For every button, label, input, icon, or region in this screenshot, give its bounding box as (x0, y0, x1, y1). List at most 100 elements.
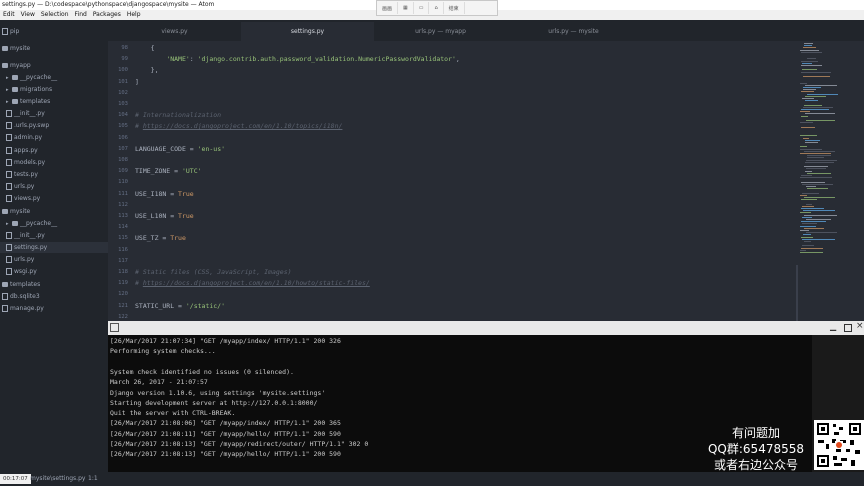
tree-file[interactable]: views.py (0, 193, 40, 204)
minimap-line (802, 192, 819, 194)
tree-folder[interactable]: mysite (0, 43, 30, 54)
panel-close-icon[interactable]: × (856, 321, 864, 331)
tree-folder[interactable]: templates (0, 279, 40, 290)
code-line[interactable]: 103 (108, 99, 798, 110)
watermark-line-2: QQ群:65478558 (707, 442, 804, 456)
menu-help[interactable]: Help (124, 10, 144, 20)
tree-file[interactable]: settings.py (0, 242, 114, 253)
tree-file[interactable]: tests.py (0, 169, 38, 180)
tree-folder[interactable]: ▸ templates (0, 96, 50, 107)
tree-item-label: views.py (14, 195, 41, 202)
code-line[interactable]: 118 # Static files (CSS, JavaScript, Imag… (108, 267, 798, 278)
minimap-line (806, 120, 835, 121)
minimap-line (801, 115, 808, 117)
code-line[interactable]: 98 { (108, 43, 798, 54)
tree-file[interactable]: apps.py (0, 145, 38, 156)
menu-view[interactable]: View (18, 10, 38, 20)
minimap-line (807, 188, 828, 190)
tree-file[interactable]: manage.py (0, 303, 44, 314)
code-line[interactable]: 119 # https://docs.djangoproject.com/en/1… (108, 278, 798, 289)
code-token: https://docs.djangoproject.com/en/1.10/t… (142, 122, 343, 131)
lock-icon[interactable]: ⌂ (429, 2, 444, 14)
minimap-line (807, 155, 831, 157)
panel-restore-icon[interactable] (110, 323, 119, 332)
code-token: # (135, 279, 143, 288)
tree-folder[interactable]: ▸ migrations (0, 84, 52, 95)
minimap-line (805, 170, 812, 172)
code-line[interactable]: 121 STATIC_URL = '/static/' (108, 301, 798, 312)
select-region-icon[interactable]: ▦ (398, 2, 414, 14)
tree-item-label: manage.py (10, 305, 44, 312)
code-text: 'NAME': 'django.contrib.auth.password_va… (135, 54, 460, 65)
recording-toolbar[interactable]: 画画 ▦ ▭ ⌂ 结束 (376, 0, 498, 16)
tab-views-py[interactable]: views.py (108, 22, 241, 41)
code-line[interactable]: 101] (108, 77, 798, 88)
tree-file[interactable]: admin.py (0, 132, 42, 143)
code-token: 'UTC' (181, 167, 202, 176)
code-line[interactable]: 107 LANGUAGE_CODE = 'en-us' (108, 144, 798, 155)
tree-file[interactable]: models.py (0, 157, 45, 168)
status-bar: 00:17:07 mysite\settings.py 1:1 (0, 472, 864, 486)
tree-folder[interactable]: myapp (0, 60, 31, 71)
stop-button[interactable]: 结束 (444, 2, 465, 14)
draw-button[interactable]: 画画 (377, 2, 399, 14)
code-line[interactable]: 102 (108, 88, 798, 99)
code-line[interactable]: 115 USE_TZ = True (108, 233, 798, 244)
file-icon (6, 195, 12, 202)
tree-file[interactable]: __init__.py (0, 108, 45, 119)
code-line[interactable]: 100 }, (108, 65, 798, 76)
code-editor[interactable]: 98 {99 'NAME': 'django.contrib.auth.pass… (108, 41, 798, 321)
window-icon[interactable]: ▭ (414, 2, 430, 14)
tab-settings-py[interactable]: settings.py (241, 22, 374, 41)
panel-maximize-icon[interactable] (844, 324, 852, 332)
code-line[interactable]: 113 USE_L10N = True (108, 211, 798, 222)
code-token: 'django.contrib.auth.password_validation… (197, 55, 456, 64)
file-icon (6, 268, 12, 275)
code-line[interactable]: 99 'NAME': 'django.contrib.auth.password… (108, 54, 798, 65)
file-icon (6, 171, 12, 178)
tree-folder[interactable]: ▸ __pycache__ (0, 72, 57, 83)
status-cursor-position[interactable]: 1:1 (88, 472, 98, 486)
menu-packages[interactable]: Packages (90, 10, 124, 20)
minimap-line (802, 238, 835, 240)
code-line[interactable]: 117 (108, 256, 798, 267)
code-line[interactable]: 105 # https://docs.djangoproject.com/en/1… (108, 121, 798, 132)
line-number: 113 (118, 213, 128, 219)
tab-urls-myapp[interactable]: urls.py — myapp (374, 22, 507, 41)
menu-find[interactable]: Find (72, 10, 90, 20)
minimap-line (803, 234, 811, 236)
code-line[interactable]: 111 USE_I18N = True (108, 189, 798, 200)
code-line[interactable]: 109 TIME_ZONE = 'UTC' (108, 166, 798, 177)
code-text: # https://docs.djangoproject.com/en/1.10… (135, 121, 342, 132)
code-line[interactable]: 108 (108, 155, 798, 166)
code-line[interactable]: 114 (108, 222, 798, 233)
minimap-line (802, 69, 817, 71)
file-icon (2, 305, 8, 312)
tree-file[interactable]: .urls.py.swp (0, 120, 49, 131)
minimap[interactable] (798, 41, 864, 321)
panel-minimize-icon[interactable]: ▁ (830, 322, 836, 331)
terminal-line: [26/Mar/2017 21:08:11] "GET /myapp/hello… (110, 429, 341, 438)
code-token: True (178, 212, 194, 220)
code-line[interactable]: 120 (108, 289, 798, 300)
code-line[interactable]: 112 (108, 200, 798, 211)
minimap-line (807, 93, 838, 95)
code-line[interactable]: 110 (108, 177, 798, 188)
tree-folder[interactable]: mysite (0, 206, 30, 217)
tree-file[interactable]: pip (0, 26, 19, 37)
code-line[interactable]: 106 (108, 133, 798, 144)
code-line[interactable]: 104 # Internationalization (108, 110, 798, 121)
tree-file[interactable]: urls.py (0, 181, 34, 192)
menu-selection[interactable]: Selection (38, 10, 72, 20)
menu-edit[interactable]: Edit (0, 10, 18, 20)
tree-folder[interactable]: ▸ __pycache__ (0, 218, 57, 229)
tree-file[interactable]: db.sqlite3 (0, 291, 40, 302)
tree-file[interactable]: urls.py (0, 254, 34, 265)
tab-urls-mysite[interactable]: urls.py — mysite (507, 22, 640, 41)
code-token: , (455, 55, 460, 64)
status-file-path[interactable]: mysite\settings.py (30, 472, 85, 486)
terminal-line: Starting development server at http://12… (110, 398, 318, 407)
tree-file[interactable]: __init__.py (0, 230, 45, 241)
tree-file[interactable]: wsgi.py (0, 266, 37, 277)
code-line[interactable]: 116 (108, 245, 798, 256)
